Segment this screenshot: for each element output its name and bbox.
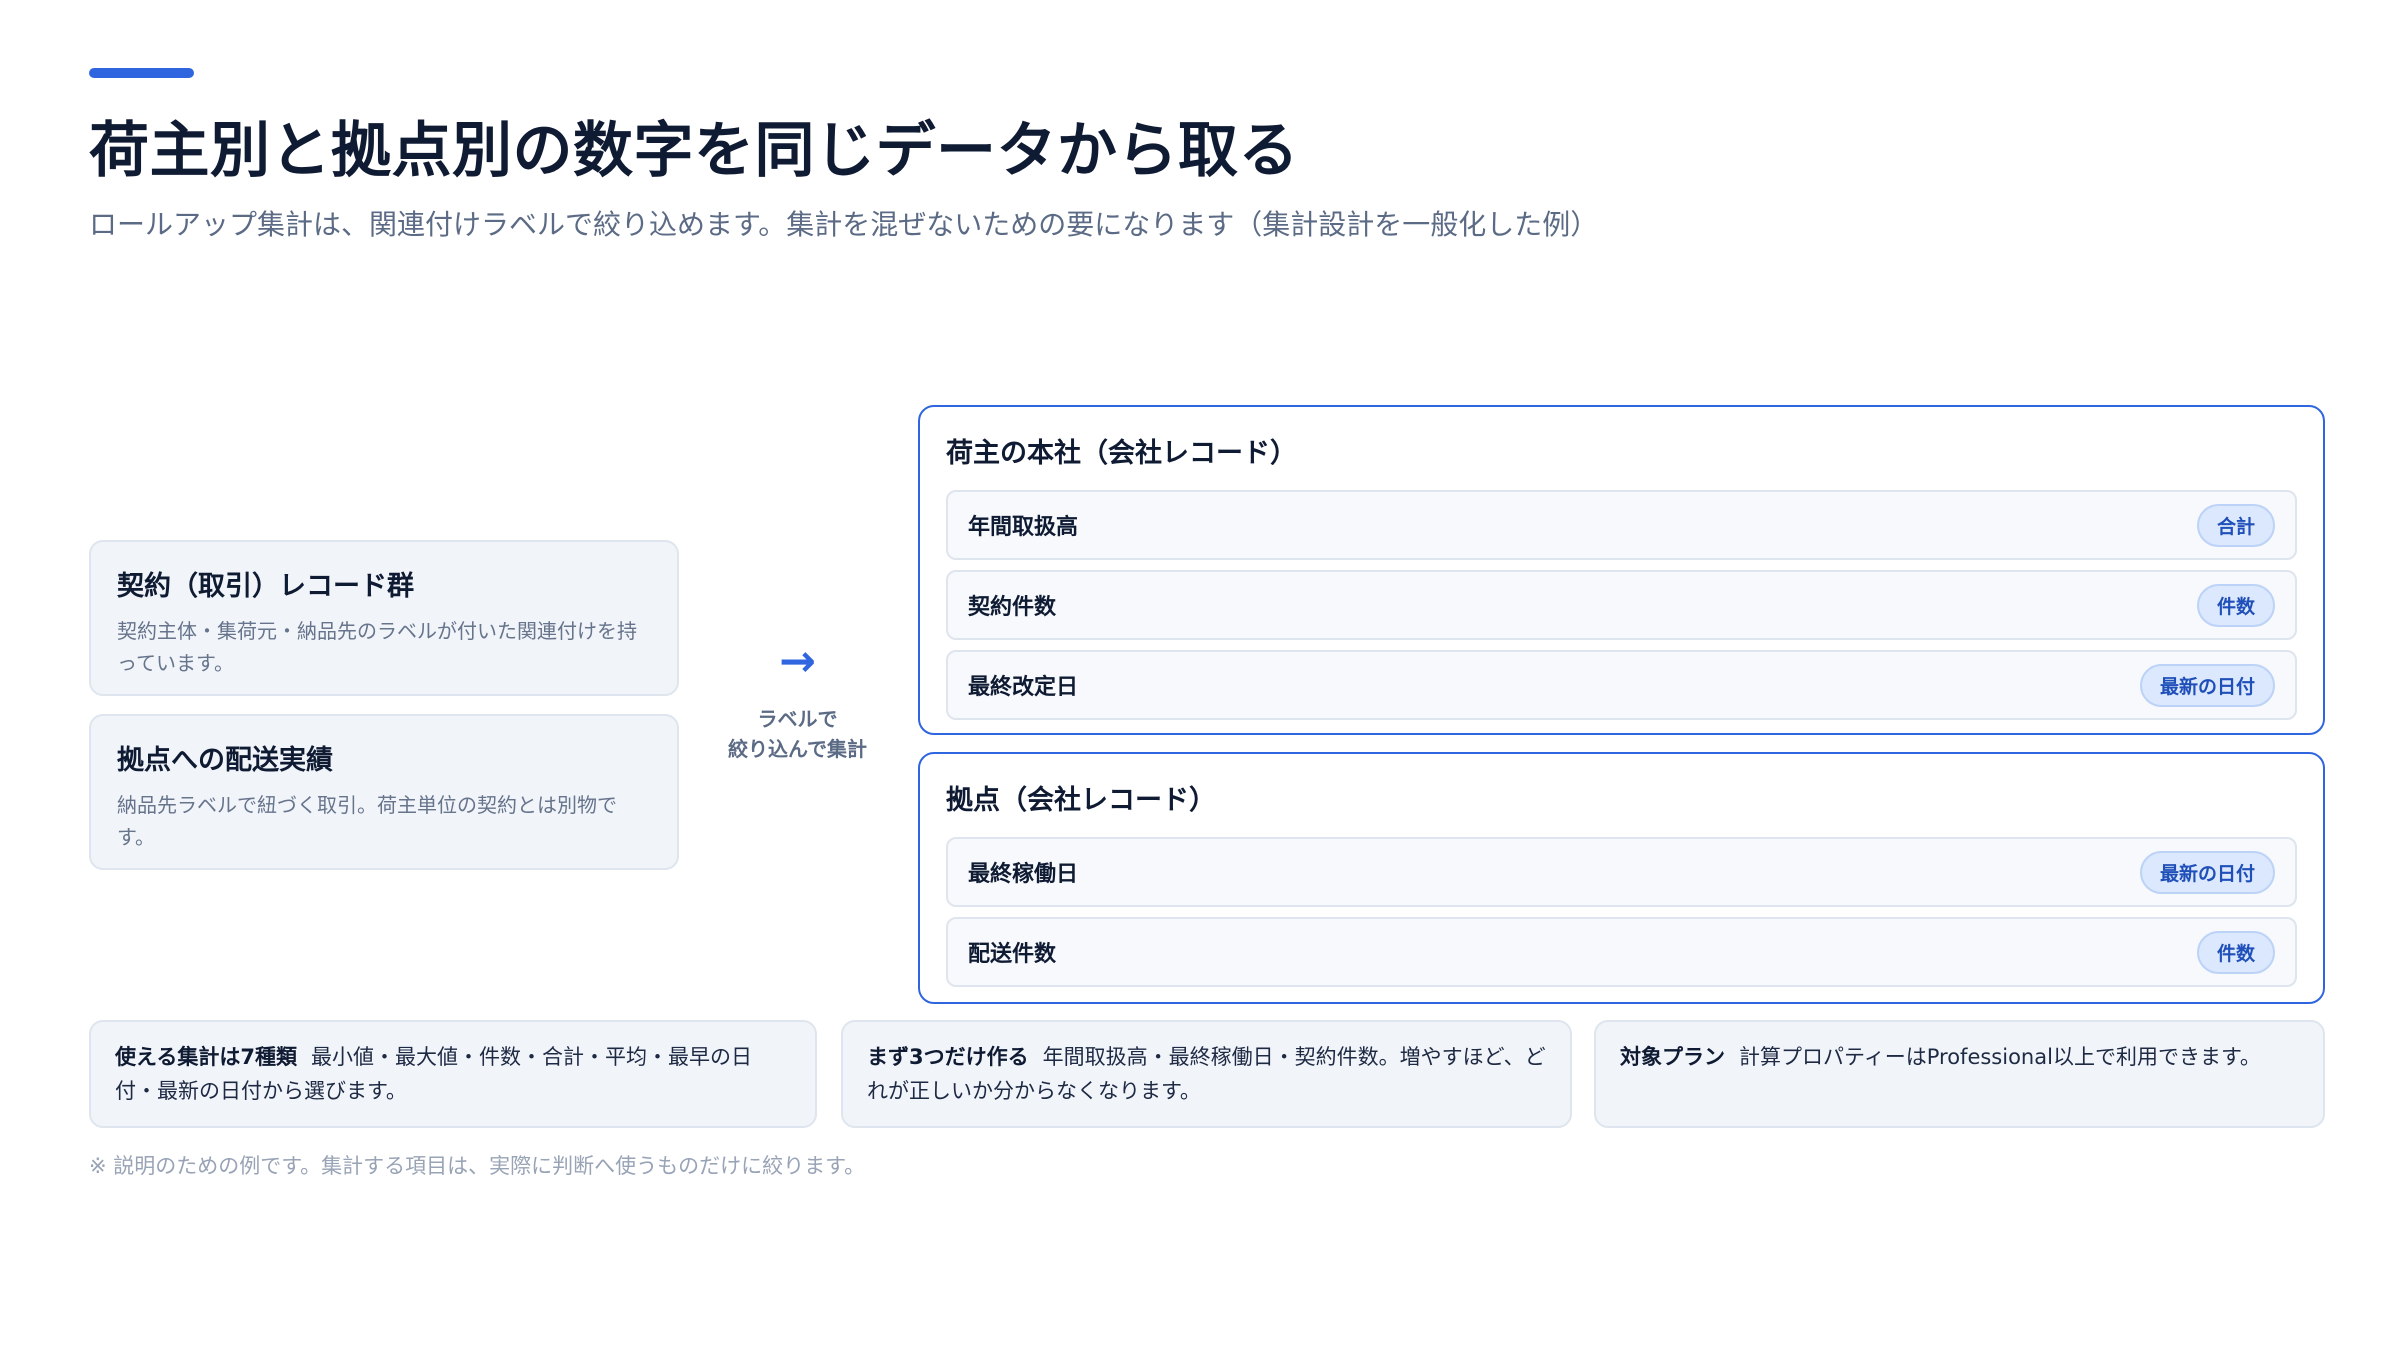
info-card-text: 計算プロパティーはProfessional以上で利用できます。 [1739, 1045, 2261, 1069]
info-card-plan: 対象プラン 計算プロパティーはProfessional以上で利用できます。 [1594, 1020, 2325, 1128]
aggregation-badge: 最新の日付 [2139, 663, 2275, 707]
property-row: 年間取扱高 合計 [946, 490, 2297, 560]
property-row: 契約件数 件数 [946, 570, 2297, 640]
flow-label: ラベルで 絞り込んで集計 [700, 704, 895, 764]
page-title: 荷主別と拠点別の数字を同じデータから取る [89, 116, 1299, 186]
source-card-title: 契約（取引）レコード群 [117, 571, 414, 602]
aggregation-badge: 合計 [2196, 503, 2275, 547]
info-card-aggregation-types: 使える集計は7種類 最小値・最大値・件数・合計・平均・最早の日付・最新の日付から選… [89, 1020, 817, 1128]
aggregation-badge: 件数 [2196, 583, 2275, 627]
property-row: 最終改定日 最新の日付 [946, 650, 2297, 720]
source-card-contracts: 契約（取引）レコード群 契約主体・集荷元・納品先のラベルが付いた関連付けを持って… [89, 540, 679, 696]
aggregation-badge: 件数 [2196, 930, 2275, 974]
target-card-title: 拠点（会社レコード） [946, 785, 1216, 816]
info-card-first-three: まず3つだけ作る 年間取扱高・最終稼働日・契約件数。増やすほど、どれが正しいか分か… [841, 1020, 1572, 1128]
arrow-right-icon: → [779, 636, 816, 687]
aggregation-badge: 最新の日付 [2139, 850, 2275, 894]
target-card-base: 拠点（会社レコード） 最終稼働日 最新の日付 配送件数 件数 [918, 752, 2325, 1004]
target-card-title: 荷主の本社（会社レコード） [946, 438, 1297, 469]
source-card-title: 拠点への配送実績 [117, 745, 333, 776]
flow-connector: → ラベルで 絞り込んで集計 [700, 640, 895, 764]
property-name: 最終改定日 [968, 675, 1079, 700]
property-row: 最終稼働日 最新の日付 [946, 837, 2297, 907]
property-row: 配送件数 件数 [946, 917, 2297, 987]
page-subtitle: ロールアップ集計は、関連付けラベルで絞り込めます。集計を混ぜないための要になりま… [89, 208, 1599, 241]
accent-bar [89, 68, 194, 78]
source-card-deliveries: 拠点への配送実績 納品先ラベルで紐づく取引。荷主単位の契約とは別物です。 [89, 714, 679, 870]
info-card-lead: 使える集計は7種類 [115, 1045, 297, 1069]
property-name: 最終稼働日 [968, 862, 1079, 887]
footnote: ※ 説明のための例です。集計する項目は、実際に判断へ使うものだけに絞ります。 [89, 1154, 866, 1178]
property-name: 年間取扱高 [968, 515, 1079, 540]
source-card-desc: 契約主体・集荷元・納品先のラベルが付いた関連付けを持っています。 [117, 619, 637, 675]
source-card-desc: 納品先ラベルで紐づく取引。荷主単位の契約とは別物です。 [117, 793, 617, 849]
info-card-lead: 対象プラン [1620, 1045, 1725, 1069]
property-name: 配送件数 [968, 942, 1057, 967]
property-name: 契約件数 [968, 595, 1057, 620]
info-card-lead: まず3つだけ作る [867, 1045, 1029, 1069]
target-card-hq: 荷主の本社（会社レコード） 年間取扱高 合計 契約件数 件数 最終改定日 最新の… [918, 405, 2325, 735]
flow-label-line1: ラベルで [757, 707, 838, 731]
flow-label-line2: 絞り込んで集計 [728, 737, 867, 761]
